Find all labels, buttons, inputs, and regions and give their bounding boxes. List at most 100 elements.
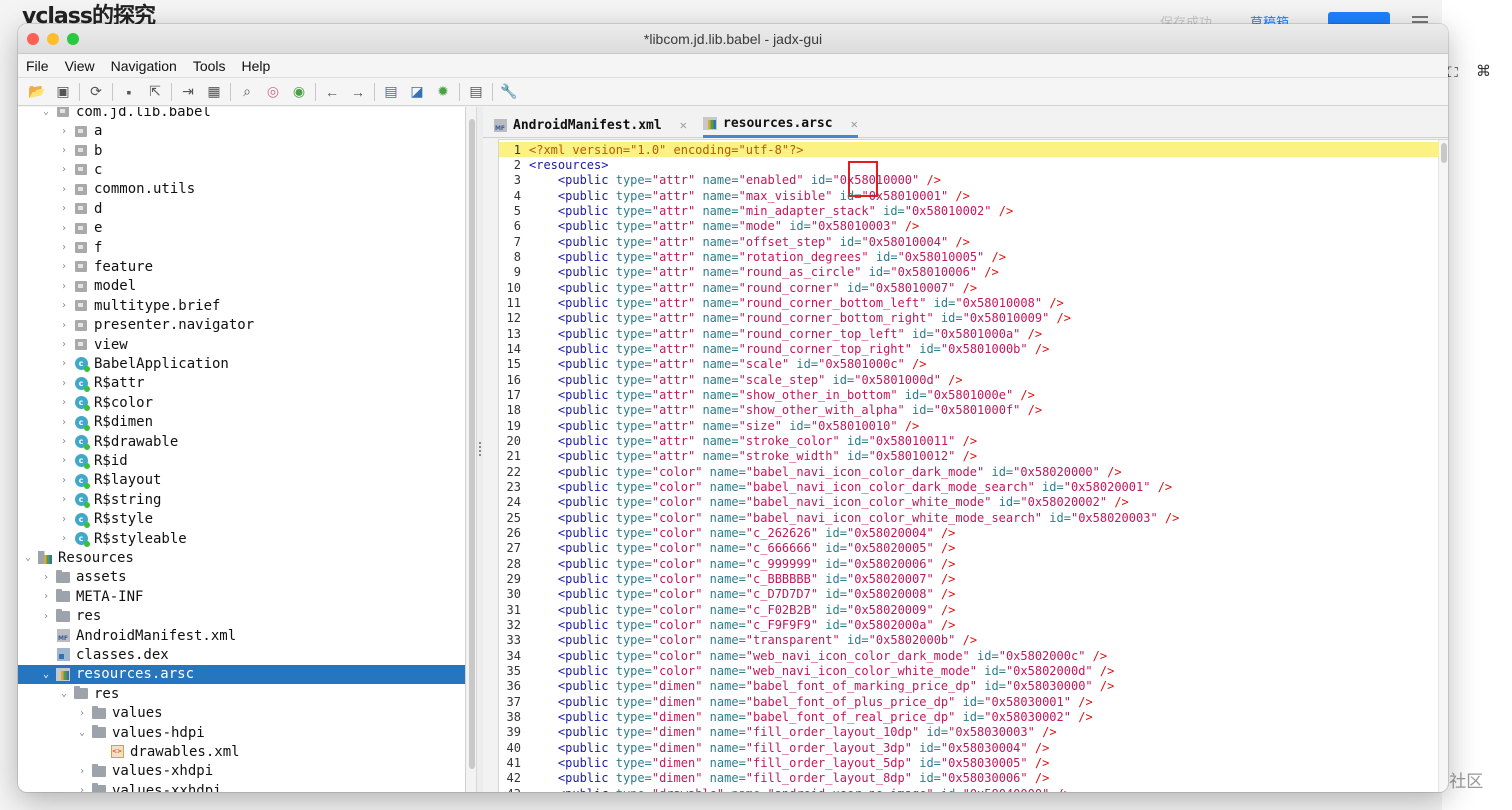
chevron-right-icon[interactable]: › — [76, 785, 88, 792]
tree-node[interactable]: › e — [18, 218, 465, 238]
menu-navigation[interactable]: Navigation — [111, 58, 177, 74]
chevron-down-icon[interactable]: ⌄ — [40, 669, 52, 680]
search-icon[interactable]: ⌕ — [234, 81, 260, 103]
tree-node[interactable]: › META-INF — [18, 587, 465, 607]
chevron-right-icon[interactable]: › — [58, 339, 70, 350]
chevron-right-icon[interactable]: › — [58, 358, 70, 369]
add-files-icon[interactable]: ▣ — [50, 81, 76, 103]
chevron-right-icon[interactable]: › — [58, 397, 70, 408]
chevron-right-icon[interactable]: › — [58, 126, 70, 137]
chevron-right-icon[interactable]: › — [76, 766, 88, 777]
code-line[interactable]: 18 <public type="attr" name="show_other_… — [499, 403, 1439, 418]
packages-icon[interactable]: ▦ — [201, 81, 227, 103]
code-line[interactable]: 27 <public type="color" name="c_666666" … — [499, 541, 1439, 556]
tree-node[interactable]: › d — [18, 199, 465, 219]
tab-resources-arsc[interactable]: resources.arsc ✕ — [703, 112, 858, 138]
open-icon[interactable]: 📂 — [24, 81, 50, 103]
code-line[interactable]: 33 <public type="color" name="transparen… — [499, 633, 1439, 648]
code-line[interactable]: 3 <public type="attr" name="enabled" id=… — [499, 173, 1439, 188]
code-line[interactable]: 41 <public type="dimen" name="fill_order… — [499, 755, 1439, 770]
tree-node[interactable]: › f — [18, 238, 465, 258]
code-line[interactable]: 30 <public type="color" name="c_D7D7D7" … — [499, 587, 1439, 602]
chevron-right-icon[interactable]: › — [58, 223, 70, 234]
back-icon[interactable]: ← — [319, 81, 345, 103]
code-line[interactable]: 25 <public type="color" name="babel_navi… — [499, 510, 1439, 525]
code-editor[interactable]: 1 <?xml version="1.0" encoding="utf-8"?> 2… — [498, 139, 1448, 792]
github-icon[interactable]: ⌘ — [1476, 62, 1491, 80]
code-line[interactable]: 31 <public type="color" name="c_F02B2B" … — [499, 602, 1439, 617]
code-line[interactable]: 1 <?xml version="1.0" encoding="utf-8"?> — [499, 142, 1439, 158]
tree-node[interactable]: › c R$layout — [18, 471, 465, 491]
tree-node[interactable]: › c R$styleable — [18, 529, 465, 549]
tree-node[interactable]: › c R$dimen — [18, 412, 465, 432]
tree-node[interactable]: MF AndroidManifest.xml — [18, 626, 465, 646]
log-icon[interactable]: ▤ — [463, 81, 489, 103]
chevron-right-icon[interactable]: › — [58, 378, 70, 389]
chevron-right-icon[interactable]: › — [58, 475, 70, 486]
code-line[interactable]: 23 <public type="color" name="babel_navi… — [499, 479, 1439, 494]
code-line[interactable]: 2 <resources> — [499, 157, 1439, 172]
chevron-right-icon[interactable]: › — [58, 281, 70, 292]
code-line[interactable]: 7 <public type="attr" name="offset_step"… — [499, 234, 1439, 249]
tree-node[interactable]: ⌄ res — [18, 684, 465, 704]
tree-node[interactable]: › c R$string — [18, 490, 465, 510]
menu-file[interactable]: File — [26, 58, 49, 74]
code-line[interactable]: 32 <public type="color" name="c_F9F9F9" … — [499, 617, 1439, 632]
code-scrollbar-thumb[interactable] — [1441, 143, 1447, 163]
chevron-down-icon[interactable]: ⌄ — [22, 552, 34, 563]
code-line[interactable]: 28 <public type="color" name="c_999999" … — [499, 556, 1439, 571]
chevron-right-icon[interactable]: › — [40, 572, 52, 583]
chevron-down-icon[interactable]: ⌄ — [76, 727, 88, 738]
background-expand-icon[interactable]: ⛶ — [1448, 64, 1458, 81]
chevron-right-icon[interactable]: › — [40, 591, 52, 602]
flatten-icon[interactable]: ⇥ — [175, 81, 201, 103]
chevron-right-icon[interactable]: › — [58, 242, 70, 253]
background-menu-icon[interactable] — [1412, 16, 1428, 18]
close-tab-icon[interactable]: ✕ — [680, 118, 687, 132]
tree-node[interactable]: › model — [18, 277, 465, 297]
debug-icon[interactable]: ✹ — [430, 81, 456, 103]
tree-node[interactable]: › common.utils — [18, 180, 465, 200]
tree-node[interactable]: › c R$style — [18, 509, 465, 529]
chevron-right-icon[interactable]: › — [58, 164, 70, 175]
chevron-down-icon[interactable]: ⌄ — [58, 688, 70, 699]
tree-node[interactable]: ⌄ com.jd.lib.babel — [18, 107, 465, 122]
chevron-right-icon[interactable]: › — [58, 417, 70, 428]
export-icon[interactable]: ⇱ — [142, 81, 168, 103]
code-line[interactable]: 35 <public type="color" name="web_navi_i… — [499, 663, 1439, 678]
code-line[interactable]: 29 <public type="color" name="c_BBBBBB" … — [499, 571, 1439, 586]
chevron-right-icon[interactable]: › — [58, 514, 70, 525]
tree-node[interactable]: › feature — [18, 257, 465, 277]
code-line[interactable]: 15 <public type="attr" name="scale" id="… — [499, 357, 1439, 372]
tree-scrollbar[interactable] — [467, 107, 477, 792]
tree-node[interactable]: <> drawables.xml — [18, 742, 465, 762]
code-line[interactable]: 6 <public type="attr" name="mode" id="0x… — [499, 219, 1439, 234]
deobfuscation-icon[interactable]: ▤ — [378, 81, 404, 103]
tree-node[interactable]: › view — [18, 335, 465, 355]
code-line[interactable]: 37 <public type="dimen" name="babel_font… — [499, 694, 1439, 709]
chevron-right-icon[interactable]: › — [58, 455, 70, 466]
code-line[interactable]: 40 <public type="dimen" name="fill_order… — [499, 740, 1439, 755]
chevron-right-icon[interactable]: › — [58, 300, 70, 311]
tree-node[interactable]: › res — [18, 606, 465, 626]
chevron-right-icon[interactable]: › — [58, 533, 70, 544]
chevron-right-icon[interactable]: › — [76, 708, 88, 719]
code-line[interactable]: 42 <public type="dimen" name="fill_order… — [499, 771, 1439, 786]
chevron-right-icon[interactable]: › — [58, 494, 70, 505]
tree-node[interactable]: › values — [18, 703, 465, 723]
menu-tools[interactable]: Tools — [193, 58, 226, 74]
sync-icon[interactable]: ⟳ — [83, 81, 109, 103]
chevron-down-icon[interactable]: ⌄ — [40, 107, 52, 117]
chevron-right-icon[interactable]: › — [58, 203, 70, 214]
tree-node[interactable]: ⌄ resources.arsc — [18, 664, 465, 685]
code-line[interactable]: 13 <public type="attr" name="round_corne… — [499, 326, 1439, 341]
tab-android-manifest[interactable]: MF AndroidManifest.xml ✕ — [493, 112, 687, 138]
tree-node[interactable]: › values-xhdpi — [18, 762, 465, 782]
tree-node[interactable]: ⌄ values-hdpi — [18, 723, 465, 743]
chevron-right-icon[interactable]: › — [58, 320, 70, 331]
tree-node[interactable]: › c R$id — [18, 451, 465, 471]
tree-node[interactable]: › c R$attr — [18, 374, 465, 394]
chevron-right-icon[interactable]: › — [58, 145, 70, 156]
tree-node[interactable]: › c R$drawable — [18, 432, 465, 452]
code-line[interactable]: 36 <public type="dimen" name="babel_font… — [499, 679, 1439, 694]
